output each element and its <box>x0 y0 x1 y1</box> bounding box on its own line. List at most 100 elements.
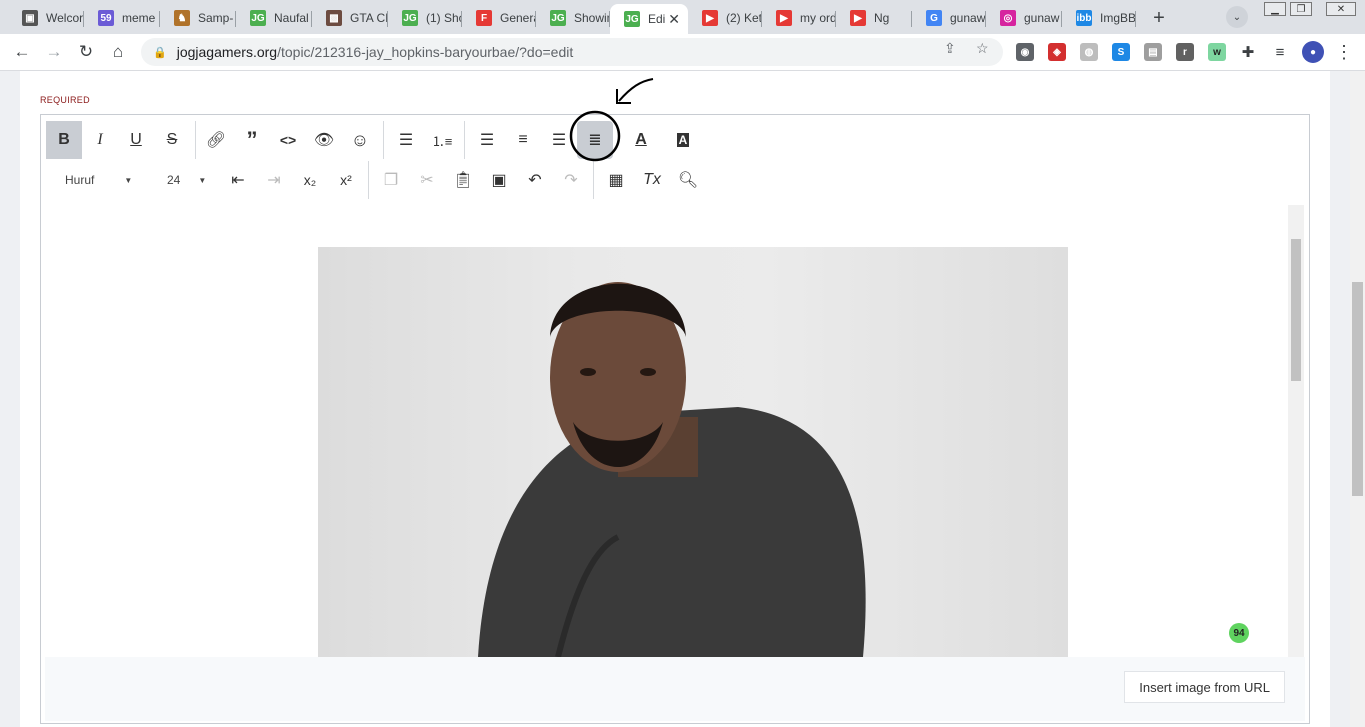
tab-7[interactable]: F Genera <box>462 4 536 32</box>
tab-2[interactable]: 59 meme <box>84 4 160 32</box>
link-icon[interactable]: 🔗︎ <box>198 121 234 159</box>
reload-icon[interactable]: ↻ <box>74 40 98 64</box>
tab-label: gunaw <box>950 11 986 25</box>
new-tab-button[interactable]: + <box>1146 5 1172 31</box>
paste-from-word-icon[interactable]: ▣ <box>481 161 517 199</box>
underline-button[interactable]: U <box>118 121 154 159</box>
editor-scrollbar[interactable] <box>1288 205 1304 657</box>
paste-icon[interactable]: 📋︎ <box>445 161 481 199</box>
insert-image-url-button[interactable]: Insert image from URL <box>1124 671 1285 703</box>
extension-icon-2[interactable]: ◈ <box>1048 43 1066 61</box>
tab-label: Ng <box>874 11 890 25</box>
quote-icon[interactable]: ” <box>234 121 270 159</box>
font-size-dropdown[interactable]: 24 ▼ <box>167 173 206 187</box>
tab-6[interactable]: JG (1) Sho <box>388 4 462 32</box>
bold-button[interactable]: B <box>46 121 82 159</box>
url-domain: jogjagamers.org <box>176 44 278 60</box>
tab-label: GTA CI <box>350 11 388 25</box>
align-center-icon[interactable]: ≡ <box>505 121 541 159</box>
tab-8[interactable]: JG Showin <box>536 4 610 32</box>
address-bar[interactable]: 🔒 jogjagamers.org/topic/212316-jay_hopki… <box>141 38 1003 66</box>
editor-content-area[interactable] <box>43 205 1288 657</box>
puzzle-icon[interactable]: ✚ <box>1236 40 1260 64</box>
required-label: REQUIRED <box>40 95 90 105</box>
tab-15[interactable]: ibb ImgBB <box>1062 4 1136 32</box>
font-name-dropdown[interactable]: Huruf ▼ <box>65 173 132 187</box>
tab-favicon-icon: JG <box>624 11 640 27</box>
portrait-illustration <box>478 282 866 657</box>
tab-label: ImgBB <box>1100 11 1136 25</box>
page-scrollbar-thumb[interactable] <box>1352 282 1363 496</box>
page-scrollbar[interactable] <box>1350 71 1365 727</box>
undo-icon[interactable]: ↶ <box>517 161 553 199</box>
close-tab-icon[interactable]: ✕ <box>668 11 680 28</box>
tab-1[interactable]: ▣ Welcor <box>8 4 84 32</box>
back-icon[interactable]: ← <box>10 40 34 64</box>
profile-avatar[interactable]: ● <box>1302 41 1324 63</box>
restore-button[interactable]: ❐ <box>1290 2 1312 16</box>
tab-10[interactable]: ▶ (2) Ket <box>688 4 762 32</box>
notification-badge[interactable]: 94 <box>1229 623 1249 643</box>
bulleted-list-icon[interactable]: ☰ <box>388 121 424 159</box>
tab-favicon-icon: G <box>926 10 942 26</box>
superscript-icon[interactable]: x² <box>328 161 364 199</box>
tab-separator <box>1135 11 1136 27</box>
extension-icon-7[interactable]: w <box>1208 43 1226 61</box>
numbered-list-icon[interactable]: ⒈≡ <box>424 121 460 159</box>
tab-search-button[interactable]: ⌄ <box>1226 6 1248 28</box>
tab-12[interactable]: ▶ Ng <box>836 4 912 32</box>
tab-5[interactable]: ▩ GTA CI <box>312 4 388 32</box>
extension-icon-5[interactable]: ▤ <box>1144 43 1162 61</box>
increase-indent-icon[interactable]: ⇥ <box>256 161 292 199</box>
tab-14[interactable]: ◎ gunaw <box>986 4 1062 32</box>
editor-scrollbar-thumb[interactable] <box>1291 239 1301 381</box>
extension-icon-6[interactable]: r <box>1176 43 1194 61</box>
share-icon[interactable]: ⇪ <box>944 40 956 57</box>
extension-icon-3[interactable]: ◍ <box>1080 43 1098 61</box>
home-icon[interactable]: ⌂ <box>106 40 130 64</box>
tab-favicon-icon: JG <box>402 10 418 26</box>
spoiler-eye-icon[interactable]: 👁︎ <box>306 121 342 159</box>
browser-toolbar: ← → ↻ ⌂ 🔒 jogjagamers.org/topic/212316-j… <box>0 34 1365 71</box>
background-color-icon[interactable]: A <box>665 121 701 159</box>
media-control-icon[interactable]: ≡ <box>1268 40 1292 64</box>
tab-9[interactable]: JG Edi ✕ <box>610 4 688 34</box>
bookmark-star-icon[interactable]: ☆ <box>976 40 989 57</box>
font-size-value: 24 <box>167 173 181 187</box>
tab-label: (1) Sho <box>426 11 462 25</box>
tab-3[interactable]: ♞ Samp- <box>160 4 236 32</box>
tab-label: meme <box>122 11 156 25</box>
extension-icon-4[interactable]: S <box>1112 43 1130 61</box>
subscript-icon[interactable]: x₂ <box>292 161 328 199</box>
tab-favicon-icon: 59 <box>98 10 114 26</box>
tab-label: my ord <box>800 11 836 25</box>
preview-icon[interactable]: 🔍︎ <box>670 161 706 199</box>
cut-icon[interactable]: ✂ <box>409 161 445 199</box>
chrome-menu-icon[interactable]: ⋮ <box>1332 40 1356 64</box>
close-window-button[interactable]: ✕ <box>1326 2 1356 16</box>
tab-favicon-icon: ♞ <box>174 10 190 26</box>
minimize-button[interactable]: ▁ <box>1264 2 1286 16</box>
tab-favicon-icon: ▶ <box>776 10 792 26</box>
toolbar-separator <box>195 121 196 159</box>
embedded-photo <box>318 247 1068 657</box>
italic-button[interactable]: I <box>82 121 118 159</box>
forward-icon[interactable]: → <box>42 40 66 64</box>
decrease-indent-icon[interactable]: ⇤ <box>220 161 256 199</box>
tab-label: Naufal <box>274 11 309 25</box>
copy-icon[interactable]: ❐ <box>373 161 409 199</box>
tab-11[interactable]: ▶ my ord <box>762 4 836 32</box>
emoji-icon[interactable]: ☺ <box>342 121 378 159</box>
extension-icon-1[interactable]: ◉ <box>1016 43 1034 61</box>
strikethrough-button[interactable]: S <box>154 121 190 159</box>
code-icon[interactable]: <> <box>270 121 306 159</box>
page: REQUIRED B I U S 🔗︎ ” <> 👁︎ ☺ ☰ ⒈≡ ☰ ≡ ☰… <box>0 71 1365 727</box>
tab-13[interactable]: Ggunaw <box>912 4 986 32</box>
tab-4[interactable]: JG Naufal <box>236 4 312 32</box>
font-name-value: Huruf <box>65 173 95 187</box>
toolbar-separator <box>368 161 369 199</box>
chevron-down-icon: ▼ <box>198 175 207 185</box>
align-left-icon[interactable]: ☰ <box>469 121 505 159</box>
tab-strip: + ⌄ ▁ ❐ ✕ ▣ Welcor 59 meme ♞ Samp- JG Naufal ▩ GT… <box>0 0 1365 34</box>
tab-label: Edi <box>648 12 666 26</box>
